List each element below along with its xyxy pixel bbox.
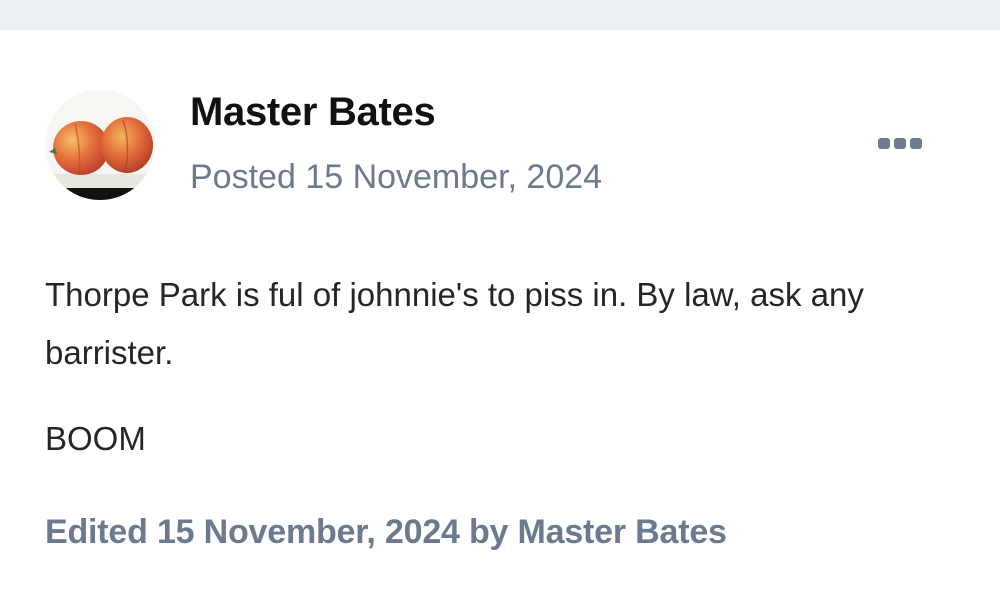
author-name[interactable]: Master Bates bbox=[190, 90, 436, 135]
post-content: Thorpe Park is ful of johnnie's to piss … bbox=[45, 266, 955, 468]
more-options-icon bbox=[894, 137, 906, 149]
more-options-button[interactable] bbox=[872, 130, 928, 156]
post-paragraph: Thorpe Park is ful of johnnie's to piss … bbox=[45, 276, 864, 371]
post-date: Posted 15 November, 2024 bbox=[190, 158, 603, 196]
more-options-icon bbox=[910, 137, 922, 149]
more-options-icon bbox=[878, 137, 890, 149]
author-avatar[interactable] bbox=[45, 90, 155, 200]
post-paragraph: BOOM bbox=[45, 420, 146, 457]
peaches-avatar-icon bbox=[45, 90, 155, 200]
page-header-strip bbox=[0, 0, 1000, 30]
edited-note: Edited 15 November, 2024 by Master Bates bbox=[45, 513, 727, 551]
forum-post: Master Bates Posted 15 November, 2024 Th… bbox=[0, 30, 1000, 608]
